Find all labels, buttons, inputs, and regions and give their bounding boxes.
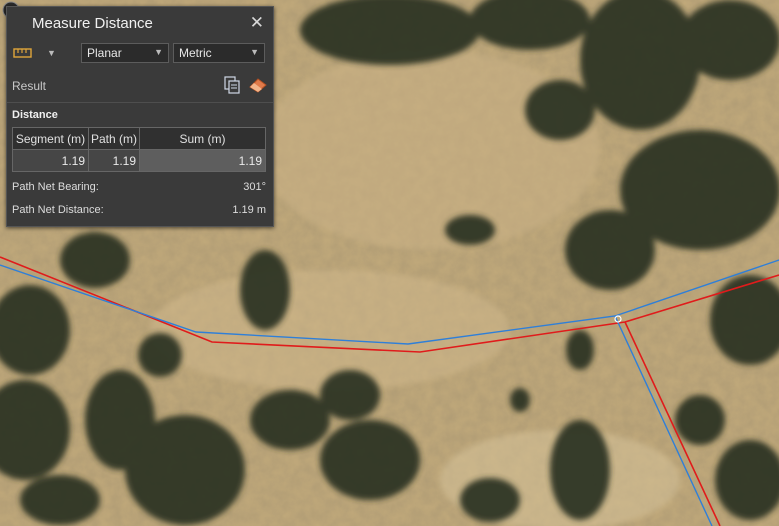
column-header: Sum (m) (139, 127, 266, 150)
net-distance-label: Path Net Distance: (12, 204, 104, 216)
copy-icon[interactable] (224, 76, 240, 94)
measure-tool-button[interactable]: ▼ (13, 43, 61, 63)
segment-value: 1.19 (12, 149, 89, 172)
mode-dropdown[interactable]: Planar ▼ (81, 43, 169, 63)
divider (7, 102, 273, 103)
table-header-row: Segment (m) Path (m) Sum (m) (12, 127, 266, 150)
table-row[interactable]: 1.19 1.19 1.19 (12, 149, 266, 172)
measure-distance-panel: Measure Distance ✕ ▼ Planar ▼ Metric ▼ R… (6, 6, 274, 227)
units-dropdown-value: Metric (179, 46, 212, 60)
net-distance-value: 1.19 m (232, 204, 266, 216)
ruler-icon (13, 48, 32, 58)
bearing-label: Path Net Bearing: (12, 181, 99, 193)
close-icon[interactable]: ✕ (250, 13, 264, 33)
panel-title: Measure Distance (32, 15, 153, 32)
chevron-down-icon: ▼ (47, 48, 56, 58)
sum-value: 1.19 (139, 149, 266, 172)
distance-label: Distance (12, 109, 58, 121)
result-label: Result (12, 79, 47, 93)
eraser-icon[interactable] (248, 77, 268, 93)
distance-table: Segment (m) Path (m) Sum (m) 1.19 1.19 1… (12, 127, 266, 172)
column-header: Segment (m) (12, 127, 89, 150)
units-dropdown[interactable]: Metric ▼ (173, 43, 265, 63)
chevron-down-icon: ▼ (250, 47, 259, 57)
mode-dropdown-value: Planar (87, 46, 122, 60)
chevron-down-icon: ▼ (154, 47, 163, 57)
path-value: 1.19 (88, 149, 140, 172)
column-header: Path (m) (88, 127, 140, 150)
bearing-value: 301° (243, 181, 266, 193)
